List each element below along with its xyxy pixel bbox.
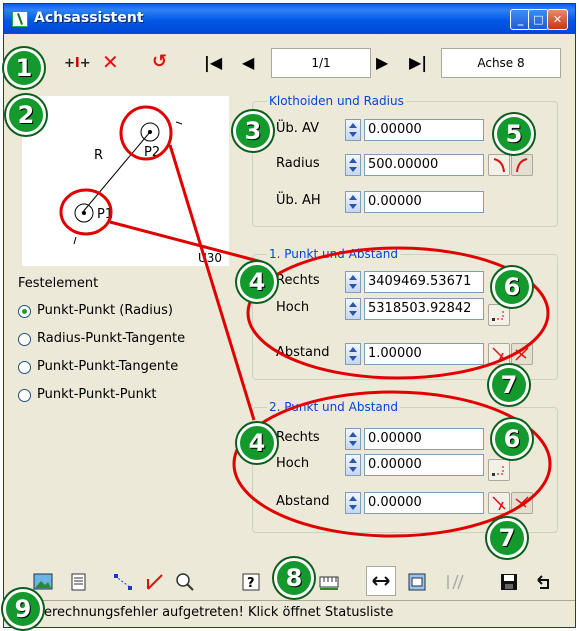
annotation-ellipse-point1 bbox=[246, 246, 550, 380]
callout-1: 1 bbox=[4, 48, 44, 88]
callout-7a: 7 bbox=[489, 365, 529, 405]
callout-7b: 7 bbox=[487, 518, 527, 558]
annotation-ellipse-point2 bbox=[232, 390, 552, 538]
callout-8: 8 bbox=[274, 558, 314, 598]
callout-4a: 4 bbox=[237, 262, 277, 302]
callout-4b: 4 bbox=[237, 423, 277, 463]
callout-3: 3 bbox=[233, 111, 273, 151]
annotation-line-p1 bbox=[109, 220, 263, 264]
callout-5: 5 bbox=[494, 114, 534, 154]
callout-2: 2 bbox=[6, 95, 46, 135]
callout-9: 9 bbox=[3, 589, 43, 629]
callout-6b: 6 bbox=[492, 419, 532, 459]
annotation-circle-p1 bbox=[59, 188, 113, 236]
annotation-circle-p2 bbox=[119, 105, 173, 161]
callout-6a: 6 bbox=[492, 267, 532, 307]
